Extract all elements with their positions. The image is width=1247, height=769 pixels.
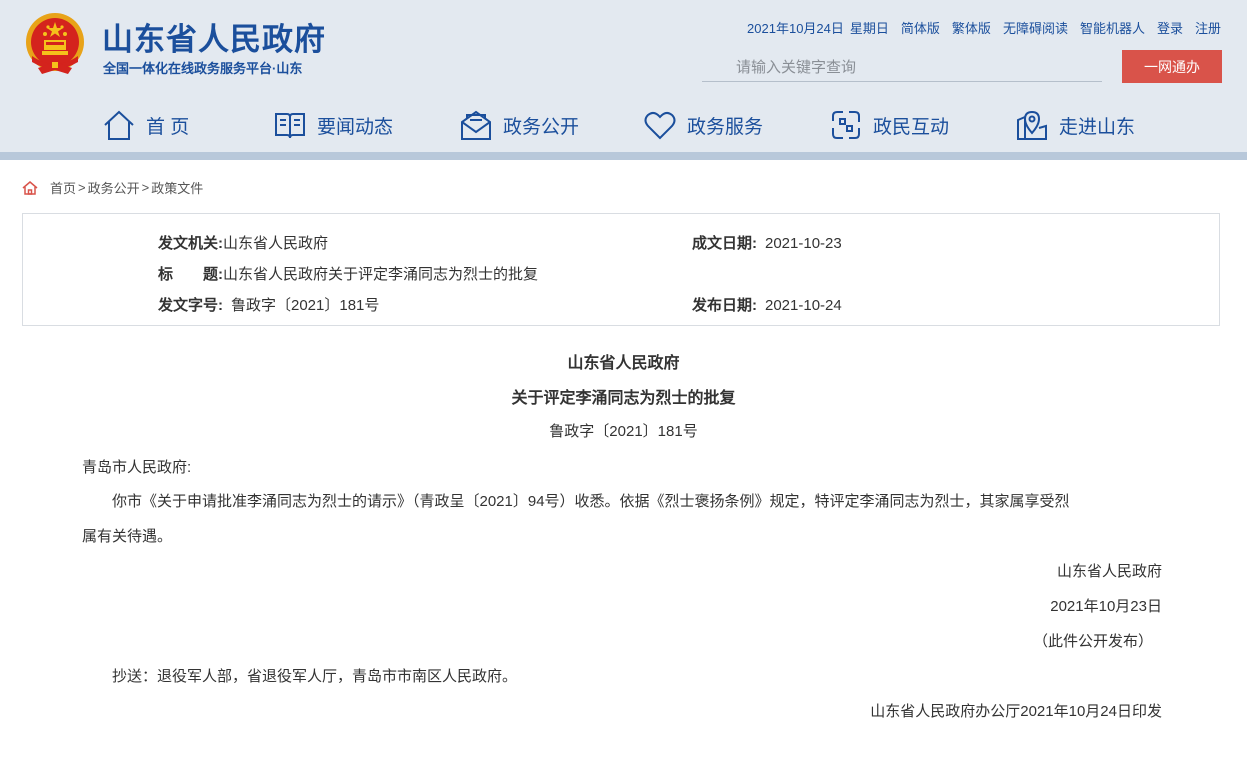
nav-item-interaction[interactable]: 政民互动 [829,106,949,144]
header-divider [0,152,1247,160]
nav-label: 政务公开 [503,116,580,138]
doc-number-label: 发文字号: [158,297,223,314]
cc-list: 抄送：退役军人部，省退役军人厅，青岛市市南区人民政府。 [112,668,518,685]
doc-number-row: 发文字号: 鲁政字〔2021〕181号 [158,294,379,315]
nav-item-shandong[interactable]: 走进山东 [1015,106,1135,144]
created-date-value: 2021-10-23 [765,235,842,252]
login-link[interactable]: 登录 [1157,18,1183,37]
article-heading-title: 关于评定李涌同志为烈士的批复 [511,390,736,407]
article-doc-number: 鲁政字〔2021〕181号 [549,423,698,440]
search-input[interactable] [702,54,1102,80]
article-heading-org: 山东省人民政府 [567,355,680,372]
news-icon [275,113,305,139]
doc-number-value: 鲁政字〔2021〕181号 [231,297,380,314]
main-nav: 首 页 要闻动态 政务公开 政务服务 政民互动 走进山东 [0,100,1247,150]
top-links: 2021年10月24日 星期日 简体版 繁体版 无障碍阅读 智能机器人 登录 注… [747,18,1221,37]
simplified-link[interactable]: 简体版 [901,18,940,37]
breadcrumb-item-home[interactable]: 首页 [50,178,76,197]
nav-item-gov-affairs[interactable]: 政务公开 [459,106,579,144]
published-date-row: 发布日期: 2021-10-24 [692,294,842,315]
created-date-row: 成文日期: 2021-10-23 [692,232,842,253]
search-box [702,54,1102,82]
article-salutation: 青岛市人民政府: [82,459,192,476]
nav-label: 政务服务 [687,116,764,138]
nav-label: 首 页 [146,116,190,138]
nav-item-gov-service[interactable]: 政务服务 [643,106,763,144]
article-body-line: 你市《关于申请批准李涌同志为烈士的请示》（青政呈〔2021〕94号）收悉。依据《… [112,493,1070,510]
site-subtitle: 全国一体化在线政务服务平台·山东 [103,61,303,76]
published-date-label: 发布日期: [692,297,757,314]
document-info-box: 发文机关:山东省人民政府 成文日期: 2021-10-23 标 题:山东省人民政府… [22,213,1220,326]
exchange-icon [832,111,860,139]
breadcrumb-separator: > [78,180,86,195]
site-title[interactable]: 山东省人民政府 [102,14,326,59]
yiwang-tongban-button[interactable]: 一网通办 [1122,50,1222,83]
publish-note: （此件公开发布） [1032,633,1153,650]
home-icon [104,110,134,140]
national-emblem-icon [26,13,84,74]
published-date-value: 2021-10-24 [765,297,842,314]
site-header: 山东省人民政府 全国一体化在线政务服务平台·山东 2021年10月24日 星期日… [0,0,1247,152]
accessibility-link[interactable]: 无障碍阅读 [1003,18,1068,37]
map-pin-icon [1017,110,1047,140]
robot-link[interactable]: 智能机器人 [1080,18,1145,37]
breadcrumb-separator: > [141,180,150,195]
register-link[interactable]: 注册 [1195,18,1221,37]
title-row: 标 题:山东省人民政府关于评定李涌同志为烈士的批复 [158,263,538,284]
nav-item-news[interactable]: 要闻动态 [273,106,393,144]
current-weekday: 星期日 [849,21,889,36]
nav-item-home[interactable]: 首 页 [102,106,189,144]
heart-icon [644,111,676,140]
breadcrumb-item-gov-affairs[interactable]: 政务公开 [88,178,140,197]
issuer-label: 发文机关: [158,235,223,252]
breadcrumb-item-policy[interactable]: 政策文件 [151,178,203,197]
article-body-line: 属有关待遇。 [82,528,173,545]
traditional-link[interactable]: 繁体版 [952,18,991,37]
mail-icon [461,110,491,140]
current-date: 2021年10月24日 [747,21,844,36]
title-value: 山东省人民政府关于评定李涌同志为烈士的批复 [223,266,539,283]
breadcrumb: 首页 > 政务公开 > 政策文件 [22,178,203,197]
print-note: 山东省人民政府办公厅2021年10月24日印发 [870,703,1162,720]
issuer-row: 发文机关:山东省人民政府 [158,232,328,253]
created-date-label: 成文日期: [692,235,757,252]
signature-date: 2021年10月23日 [1050,598,1162,615]
signature-org: 山东省人民政府 [1056,563,1162,580]
issuer-value: 山东省人民政府 [223,235,329,252]
home-icon [22,180,38,195]
nav-label: 要闻动态 [317,116,394,138]
nav-label: 走进山东 [1059,116,1136,138]
title-label: 标 题: [158,266,223,283]
nav-label: 政民互动 [873,116,950,138]
